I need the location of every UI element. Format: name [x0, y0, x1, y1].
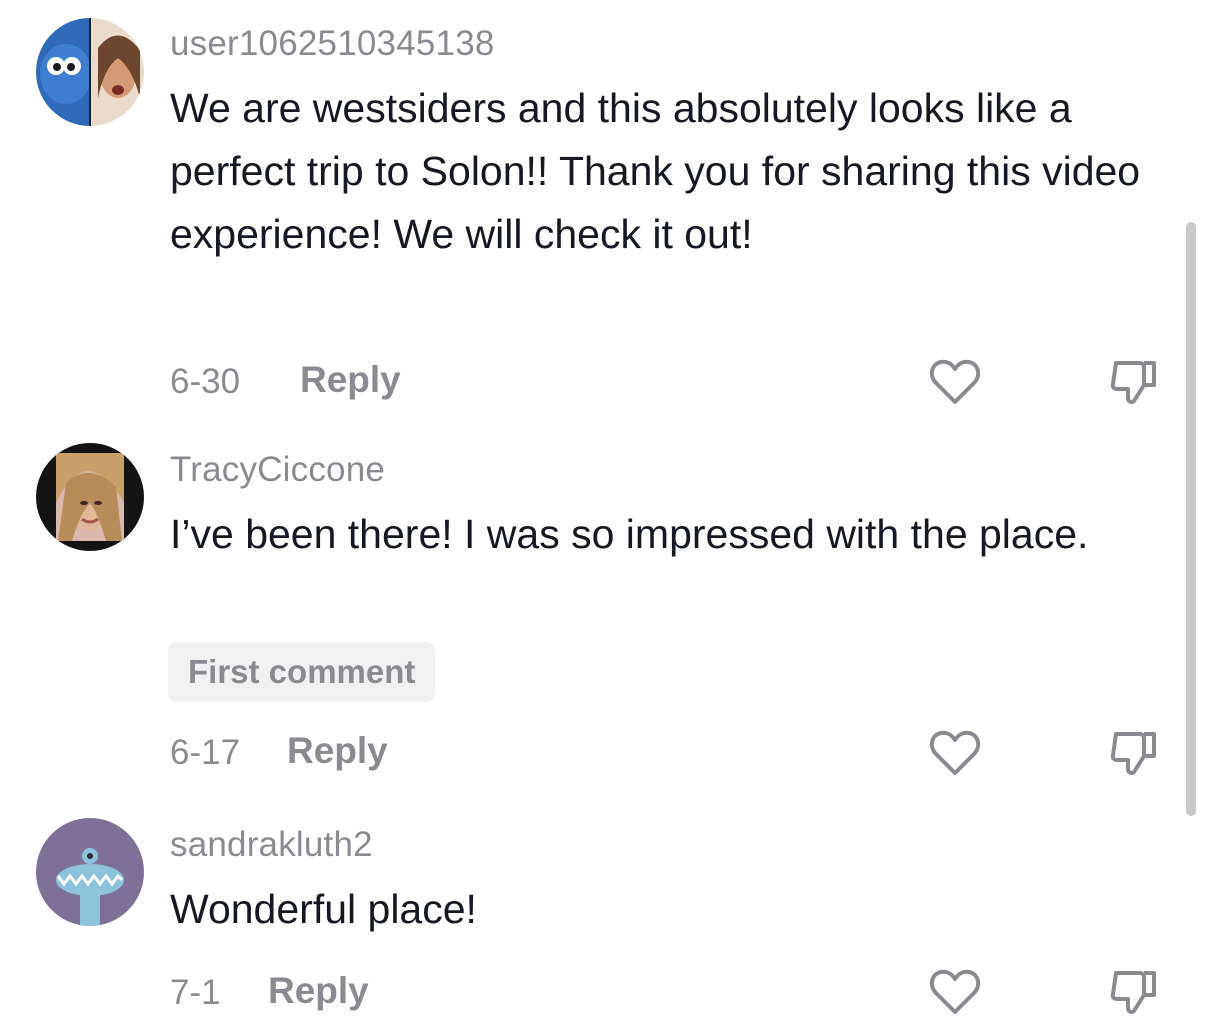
- reply-button[interactable]: Reply: [300, 359, 401, 401]
- thumbs-down-icon[interactable]: [1108, 357, 1160, 409]
- reply-button[interactable]: Reply: [287, 730, 388, 772]
- thumbs-down-icon[interactable]: [1108, 967, 1160, 1019]
- comment-date: 7-1: [170, 973, 221, 1012]
- comment-text: I’ve been there! I was so impressed with…: [170, 511, 1089, 557]
- reply-button[interactable]: Reply: [268, 970, 369, 1012]
- thumbs-down-icon[interactable]: [1108, 728, 1160, 780]
- comment-username[interactable]: TracyCiccone: [170, 450, 385, 490]
- heart-icon[interactable]: [929, 358, 981, 406]
- first-comment-badge: First comment: [168, 642, 436, 702]
- heart-icon[interactable]: [929, 968, 981, 1016]
- comment-date: 6-30: [170, 362, 241, 401]
- avatar[interactable]: [36, 443, 144, 551]
- comment-text: We are westsiders and this absolutely lo…: [170, 85, 1141, 257]
- comment-date: 6-17: [170, 733, 241, 772]
- comment-text: Wonderful place!: [170, 886, 477, 932]
- avatar[interactable]: [36, 818, 144, 926]
- comment-username[interactable]: sandrakluth2: [170, 825, 373, 865]
- avatar[interactable]: [36, 18, 144, 126]
- scrollbar[interactable]: [1186, 222, 1196, 816]
- comment-username[interactable]: user1062510345138: [170, 24, 495, 64]
- heart-icon[interactable]: [929, 729, 981, 777]
